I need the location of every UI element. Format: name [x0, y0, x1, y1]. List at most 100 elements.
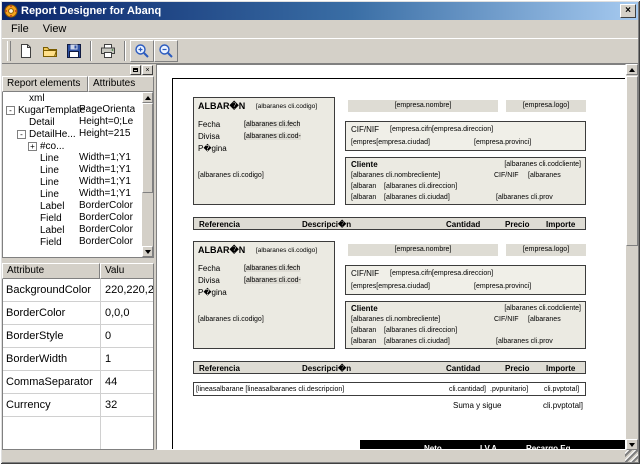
tree-item[interactable]: Line Width=1;Y1 [3, 164, 142, 176]
tree-item-label: KugarTemplate [18, 104, 86, 116]
arrow-up-icon [629, 67, 635, 72]
toolbar-separator [124, 41, 126, 61]
zoom-out-button[interactable] [154, 40, 178, 62]
arrow-up-icon [144, 95, 151, 100]
tree-item[interactable]: Line Width=1;Y1 [3, 188, 142, 200]
cliente-ciudad-field: [albaranes cli.ciudad] [384, 194, 450, 201]
cliente-ciudad-field: [albaranes cli.ciudad] [384, 338, 450, 345]
attr-header-value[interactable]: Valu [100, 263, 154, 279]
cliente-codigo-field: [albaranes cli.codcliente] [504, 305, 581, 312]
title-bar[interactable]: Report Designer for Abanq × [2, 2, 638, 20]
attr-header-row: Attribute Valu [2, 263, 154, 279]
lineas-precio-field: .pvpunitario] [490, 386, 529, 393]
cliente-label: Cliente [351, 304, 378, 313]
tree-toggle-icon[interactable]: + [28, 141, 37, 151]
tree-item-label: #co... [40, 140, 65, 152]
attribute-value[interactable]: 44 [100, 376, 153, 388]
tree-item[interactable]: Detail Height=0;Le [3, 116, 142, 128]
cliente-cif-field: [albaranes [528, 316, 561, 323]
tree-item[interactable]: + #co... [3, 140, 142, 152]
empresa-nombre-field: [empresa.nombre] [348, 244, 498, 256]
window-title: Report Designer for Abanq [21, 5, 162, 17]
lineas-descripcion-field: [lineasalbarane [lineasalbaranes cli.des… [196, 386, 345, 393]
tree-item-label: Line [40, 152, 59, 164]
scrollbar-thumb[interactable] [142, 103, 153, 193]
albaran-label: ALBAR�N [198, 101, 246, 111]
detail-band-row: [lineasalbarane [lineasalbaranes cli.des… [193, 382, 586, 396]
dock-float-button[interactable] [130, 65, 141, 75]
cliente-codigo-field: [albaranes cli.codcliente] [504, 161, 581, 168]
zoom-in-button[interactable] [130, 40, 154, 62]
menu-file[interactable]: File [4, 21, 36, 37]
tree-header-elements[interactable]: Report elements [2, 76, 88, 92]
attribute-name: BorderStyle [6, 330, 64, 342]
tree-item[interactable]: Line Width=1;Y1 [3, 152, 142, 164]
col-referencia: Referencia [199, 220, 240, 229]
col-cantidad: Cantidad [446, 364, 481, 373]
scrollbar-thumb[interactable] [626, 76, 638, 246]
page-header-band: ALBAR�N [albaranes cli.codigo] Fecha [al… [173, 97, 625, 239]
albaran-label: ALBAR�N [198, 245, 246, 255]
menu-view[interactable]: View [36, 21, 74, 37]
tree-item[interactable]: - KugarTemplate PageOrienta [3, 104, 142, 116]
tree-item[interactable]: Field BorderColor [3, 236, 142, 248]
tree-item[interactable]: Label BorderColor [3, 224, 142, 236]
attribute-value[interactable]: 0,0,0 [100, 307, 153, 319]
cliente-provincia-field: [albaranes cli.prov [496, 338, 553, 345]
cliente-cif-label: CIF/NIF [494, 172, 519, 179]
cliente-box: Cliente [albaranes cli.codcliente] [alba… [345, 301, 586, 349]
tree-toggle-icon[interactable]: - [17, 129, 26, 139]
attribute-value[interactable]: 1 [100, 353, 153, 365]
close-button[interactable]: × [620, 4, 636, 18]
attribute-row[interactable]: BorderColor 0,0,0 [3, 302, 153, 325]
toolbar-handle[interactable] [7, 41, 11, 61]
attribute-row[interactable]: BorderStyle 0 [3, 325, 153, 348]
scroll-up-button[interactable] [142, 92, 153, 103]
dock-close-button[interactable]: × [142, 65, 153, 75]
tree-item-value: Width=1;Y1 [79, 164, 131, 175]
attribute-value[interactable]: 32 [100, 399, 153, 411]
app-window: Report Designer for Abanq × File View × … [0, 0, 640, 464]
scroll-up-button[interactable] [626, 64, 638, 75]
col-referencia: Referencia [199, 364, 240, 373]
tree-item-value: PageOrienta [79, 104, 136, 115]
tree-item[interactable]: xml [3, 92, 142, 104]
attribute-row[interactable]: BorderWidth 1 [3, 348, 153, 371]
save-button[interactable] [62, 40, 86, 62]
tree-item[interactable]: - DetailHe... Height=215 [3, 128, 142, 140]
attribute-value[interactable]: 0 [100, 330, 153, 342]
new-document-button[interactable] [14, 40, 38, 62]
ciudad-prefix-field: [albaran [351, 338, 377, 345]
dock-titlebar: × [2, 64, 154, 76]
attribute-row[interactable]: BackgroundColor 220,220,2 [3, 279, 153, 302]
resize-grip[interactable] [625, 450, 638, 462]
tree-header-attributes[interactable]: Attributes [88, 76, 154, 92]
tree-item-label: Field [40, 236, 62, 248]
canvas-area: ALBAR�N [albaranes cli.codigo] Fecha [al… [154, 64, 638, 450]
tree-toggle-icon[interactable]: - [6, 105, 15, 115]
col-descripcion: Descripci�n [302, 220, 352, 229]
attribute-row[interactable]: CommaSeparator 44 [3, 371, 153, 394]
cliente-cif-label: CIF/NIF [494, 316, 519, 323]
open-file-button[interactable] [38, 40, 62, 62]
scroll-down-button[interactable] [626, 439, 638, 450]
codigo-field: [albaranes cli.codigo] [198, 316, 264, 323]
columns-header-row: Referencia Descripci�n Cantidad Precio I… [193, 217, 586, 230]
print-button[interactable] [96, 40, 120, 62]
attr-header-attribute[interactable]: Attribute [2, 263, 100, 279]
fecha-field: [albaranes cli.fech [244, 265, 301, 272]
cliente-nombre-field: [albaranes cli.nombrecliente] [351, 172, 441, 179]
attribute-value[interactable]: 220,220,2 [100, 284, 153, 296]
app-icon [4, 4, 18, 18]
tree-item[interactable]: Line Width=1;Y1 [3, 176, 142, 188]
scroll-down-button[interactable] [142, 246, 153, 257]
toolbar [2, 38, 638, 64]
direccion-field: [albaranes cli.direccion] [384, 327, 458, 334]
report-page: ALBAR�N [albaranes cli.codigo] Fecha [al… [172, 78, 625, 449]
provincia-field: [empresa.provinci] [474, 283, 532, 290]
tree-item[interactable]: Field BorderColor [3, 212, 142, 224]
attribute-row[interactable]: Currency 32 [3, 394, 153, 417]
empresa-cif-box: CIF/NIF [empresa.cifn[empresa.direccion]… [345, 121, 586, 151]
tree-item[interactable]: Label BorderColor [3, 200, 142, 212]
columns-header-row: Referencia Descripci�n Cantidad Precio I… [193, 361, 586, 374]
